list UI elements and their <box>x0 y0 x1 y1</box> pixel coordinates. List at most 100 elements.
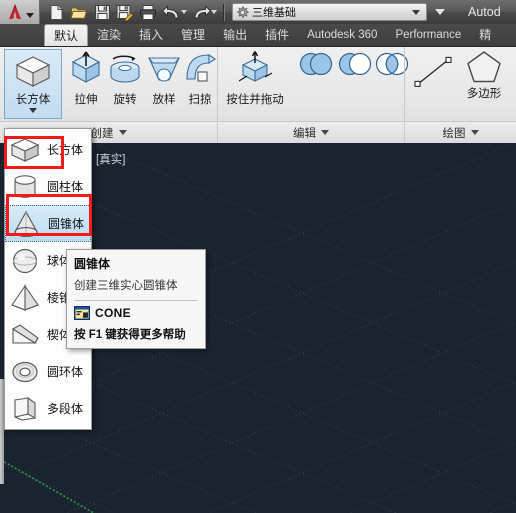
box-icon <box>10 137 40 162</box>
toolbar-separator <box>223 3 225 21</box>
menu-item-cylinder[interactable]: 圆柱体 <box>5 168 91 205</box>
create-panel-label: 创建 <box>90 127 114 140</box>
qat-more-chevron-down-icon[interactable] <box>435 9 445 15</box>
cone-tooltip: 圆锥体 创建三维实心圆锥体 CONE 按 F1 键获得更多帮助 <box>66 249 206 349</box>
printer-icon <box>140 4 156 20</box>
menu-item-cone[interactable]: 圆锥体 <box>5 205 91 242</box>
autocad-window: 三维基础 Autod 默认 渲染 插入 管理 输出 插件 Autodesk 36… <box>0 0 516 513</box>
draw-panel-chevron-down-icon[interactable] <box>470 130 479 135</box>
workspace-value: 三维基础 <box>252 7 296 19</box>
tab-manage[interactable]: 管理 <box>172 24 214 46</box>
viewport-visual-style-label: [真实] <box>96 154 126 166</box>
loft-button[interactable]: 放样 <box>144 49 184 107</box>
tab-output[interactable]: 输出 <box>214 24 256 46</box>
menu-item-torus-label: 圆环体 <box>47 365 84 379</box>
tooltip-command: CONE <box>95 306 131 320</box>
new-document-icon <box>50 4 62 20</box>
box-primitive-label: 长方体 <box>15 94 51 106</box>
edit-panel: 按住并拖动 编辑 <box>217 47 409 143</box>
menu-item-box-label: 长方体 <box>47 143 84 157</box>
polysolid-icon <box>14 396 36 421</box>
subtract-icon <box>338 52 372 76</box>
tooltip-help-text: 按 F1 键获得更多帮助 <box>74 329 186 341</box>
undo-arrow-icon <box>161 5 178 18</box>
create-panel-body: 长方体 拉伸 旋转 放样 扫掠 <box>0 47 217 121</box>
redo-arrow-icon <box>194 5 211 18</box>
save-as-button[interactable] <box>114 1 136 23</box>
sweep-label: 扫掠 <box>188 94 212 106</box>
pyramid-icon <box>11 283 39 311</box>
press-pull-label: 按住并拖动 <box>226 94 284 106</box>
subtract-button[interactable] <box>337 51 373 82</box>
sweep-button[interactable]: 扫掠 <box>180 49 220 107</box>
tab-render[interactable]: 渲染 <box>88 24 130 46</box>
tooltip-title: 圆锥体 <box>74 257 111 271</box>
draw-panel-label-row[interactable]: 绘图 <box>405 121 516 143</box>
undo-button[interactable] <box>160 1 182 23</box>
draw-panel: 多边形 绘图 <box>404 47 516 143</box>
open-file-button[interactable] <box>68 1 90 23</box>
line-icon <box>414 56 452 87</box>
redo-button[interactable] <box>190 1 212 23</box>
sweep-icon <box>186 53 216 82</box>
workspace-chevron-down-icon[interactable] <box>412 9 420 15</box>
polygon-label: 多边形 <box>466 88 502 100</box>
tab-insert[interactable]: 插入 <box>130 24 172 46</box>
menu-item-torus[interactable]: 圆环体 <box>5 353 91 390</box>
print-button[interactable] <box>137 1 159 23</box>
tab-express[interactable]: 精 <box>470 24 500 46</box>
tooltip-divider <box>74 300 198 301</box>
polygon-icon <box>467 51 501 83</box>
title-bar: 三维基础 Autod <box>0 0 516 25</box>
torus-icon <box>12 361 38 382</box>
menu-item-box[interactable]: 长方体 <box>5 131 91 168</box>
tab-addins[interactable]: 插件 <box>256 24 298 46</box>
cylinder-icon <box>14 174 36 198</box>
press-pull-button[interactable]: 按住并拖动 <box>222 49 288 107</box>
application-menu-button[interactable] <box>0 0 40 24</box>
gear-icon <box>237 6 249 18</box>
menu-item-polysolid-label: 多段体 <box>47 402 84 416</box>
workspace-selector[interactable]: 三维基础 <box>232 3 427 21</box>
quick-access-toolbar: 三维基础 <box>40 0 445 24</box>
draw-panel-body: 多边形 <box>405 47 516 121</box>
floppy-disk-pencil-icon <box>116 4 134 21</box>
menu-item-cone-label: 圆锥体 <box>48 217 85 231</box>
command-window-icon <box>74 306 90 320</box>
box-solid-icon <box>15 56 51 87</box>
press-pull-icon <box>238 51 273 82</box>
create-panel-chevron-down-icon[interactable] <box>118 130 127 135</box>
autocad-a-logo-icon <box>9 4 21 19</box>
edit-panel-label-row[interactable]: 编辑 <box>218 121 404 143</box>
extrude-label: 拉伸 <box>74 94 98 106</box>
revolve-icon <box>110 55 140 83</box>
cone-icon <box>14 210 38 237</box>
draw-panel-label: 绘图 <box>442 127 466 140</box>
revolve-button[interactable]: 旋转 <box>105 49 145 107</box>
extrude-icon <box>71 51 101 83</box>
tab-autodesk-360[interactable]: Autodesk 360 <box>298 24 386 46</box>
loft-label: 放样 <box>152 94 176 106</box>
loft-icon <box>147 57 181 82</box>
floppy-disk-icon <box>94 4 110 20</box>
redo-dropdown-caret-icon[interactable] <box>211 10 217 14</box>
tab-performance[interactable]: Performance <box>386 24 470 46</box>
new-file-button[interactable] <box>45 1 67 23</box>
y-axis-line <box>0 458 96 513</box>
edit-panel-chevron-down-icon[interactable] <box>321 130 329 135</box>
extrude-button[interactable]: 拉伸 <box>66 49 106 107</box>
undo-dropdown-caret-icon[interactable] <box>181 10 187 14</box>
box-primitive-chevron-down-icon[interactable] <box>29 108 37 113</box>
union-button[interactable] <box>298 51 334 82</box>
edit-panel-body: 按住并拖动 <box>218 47 409 121</box>
line-button[interactable] <box>413 55 455 94</box>
tooltip-command-row: CONE <box>74 306 198 320</box>
menu-item-polysolid[interactable]: 多段体 <box>5 390 91 427</box>
sphere-icon <box>12 248 38 273</box>
tab-default[interactable]: 默认 <box>44 24 89 46</box>
box-primitive-button[interactable]: 长方体 <box>4 49 62 119</box>
save-button[interactable] <box>91 1 113 23</box>
edit-panel-label: 编辑 <box>293 127 316 140</box>
polygon-button[interactable]: 多边形 <box>461 49 507 102</box>
union-icon <box>299 52 333 76</box>
